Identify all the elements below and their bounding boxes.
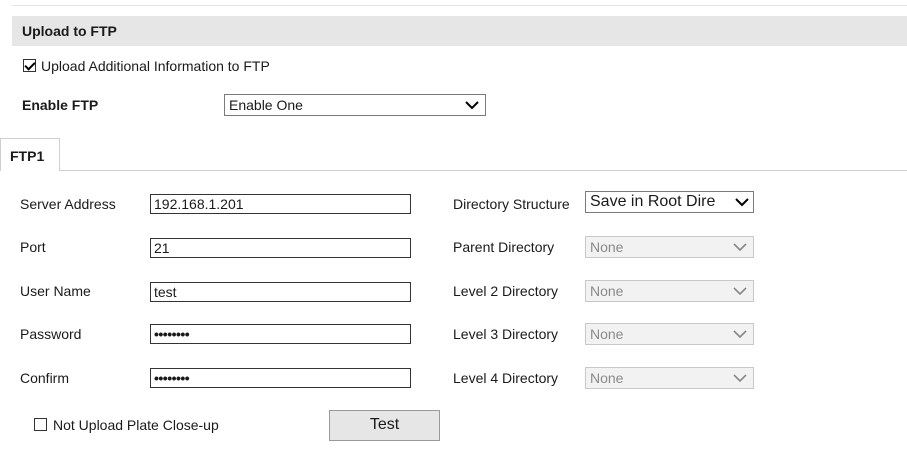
parent-directory-select[interactable]: None	[585, 236, 754, 258]
parent-directory-value: None	[590, 239, 624, 255]
test-button[interactable]: Test	[329, 410, 440, 441]
password-field[interactable]: ••••••••	[150, 324, 411, 344]
chevron-down-icon	[735, 197, 749, 207]
tab-ftp1-label: FTP1	[10, 148, 45, 164]
password-label: Password	[20, 326, 82, 342]
user-name-label: User Name	[20, 283, 91, 299]
user-name-field[interactable]: test	[150, 282, 411, 302]
level4-directory-label: Level 4 Directory	[453, 370, 559, 386]
level3-directory-value: None	[590, 326, 624, 342]
level2-directory-value: None	[590, 283, 624, 299]
port-label: Port	[20, 239, 46, 255]
chevron-down-icon	[733, 374, 747, 383]
enable-ftp-label: Enable FTP	[22, 97, 99, 113]
level3-directory-label: Level 3 Directory	[453, 326, 559, 342]
chevron-down-icon	[733, 287, 747, 296]
chevron-down-icon	[465, 101, 479, 110]
top-divider	[12, 5, 907, 6]
tab-bar-line	[12, 170, 907, 171]
level4-directory-select[interactable]: None	[585, 367, 754, 389]
enable-ftp-value: Enable One	[229, 97, 303, 113]
level2-directory-select[interactable]: None	[585, 280, 754, 302]
upload-additional-label: Upload Additional Information to FTP	[41, 58, 270, 74]
upload-additional-checkbox[interactable]	[23, 59, 36, 72]
section-header	[12, 16, 907, 46]
parent-directory-label: Parent Directory	[453, 239, 555, 255]
not-upload-plate-checkbox[interactable]	[34, 418, 47, 431]
server-address-label: Server Address	[20, 196, 116, 212]
server-address-field[interactable]: 192.168.1.201	[150, 194, 411, 214]
level3-directory-select[interactable]: None	[585, 323, 754, 345]
directory-structure-value: Save in Root Dire	[590, 193, 716, 210]
chevron-down-icon	[733, 243, 747, 252]
level2-directory-label: Level 2 Directory	[453, 283, 559, 299]
directory-structure-select[interactable]: Save in Root Dire	[585, 191, 754, 213]
enable-ftp-select[interactable]: Enable One	[224, 94, 486, 116]
port-field[interactable]: 21	[150, 238, 411, 258]
confirm-field[interactable]: ••••••••	[150, 368, 411, 388]
confirm-label: Confirm	[20, 370, 70, 386]
section-title: Upload to FTP	[22, 23, 117, 39]
directory-structure-label: Directory Structure	[453, 196, 570, 212]
not-upload-plate-label: Not Upload Plate Close-up	[53, 417, 219, 433]
level4-directory-value: None	[590, 370, 624, 386]
chevron-down-icon	[733, 330, 747, 339]
